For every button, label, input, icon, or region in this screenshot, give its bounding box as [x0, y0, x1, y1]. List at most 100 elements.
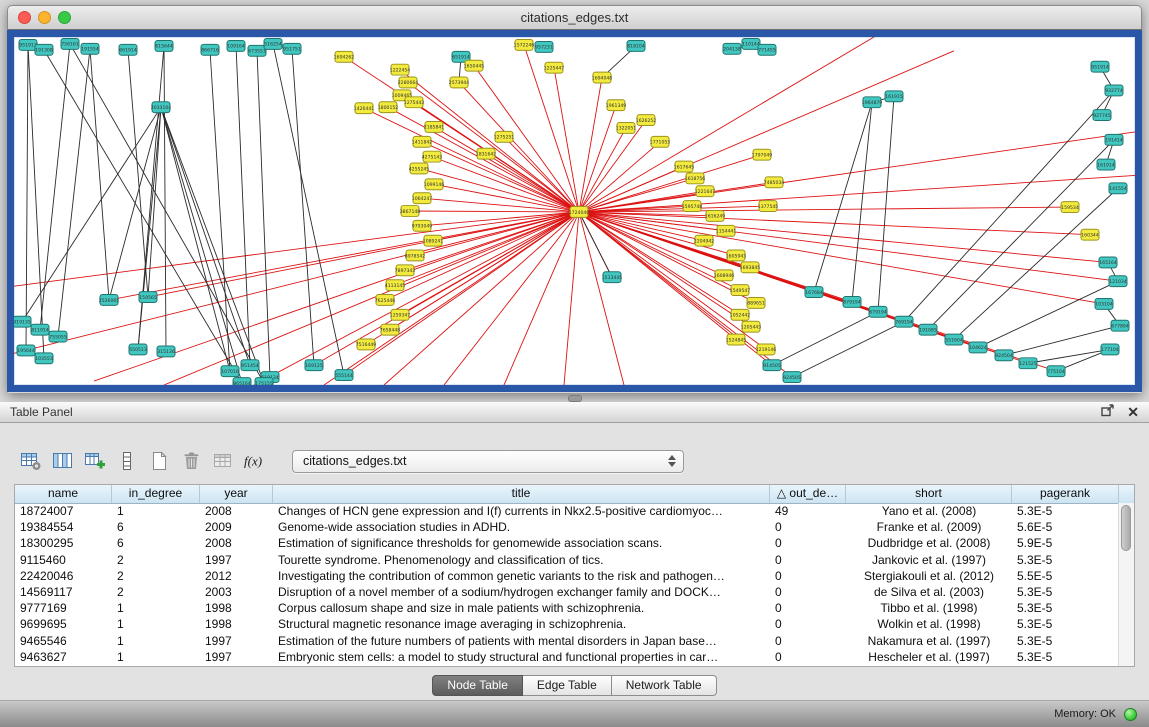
graph-node[interactable]: 1617645: [674, 161, 695, 172]
graph-node[interactable]: 1411842: [412, 136, 433, 147]
graph-node[interactable]: 889651: [747, 298, 765, 309]
graph-node[interactable]: 141554: [1109, 183, 1127, 194]
graph-node[interactable]: 1052442: [730, 309, 751, 320]
table-row[interactable]: 969969511998Structural magnetic resonanc…: [15, 616, 1119, 632]
graph-node[interactable]: 4255245: [409, 163, 430, 174]
graph-node[interactable]: 679194: [869, 306, 887, 317]
graph-node[interactable]: 1831642: [476, 148, 497, 159]
graph-node[interactable]: 1724046: [569, 207, 590, 218]
graph-node[interactable]: 924504: [995, 350, 1013, 361]
graph-node[interactable]: 914505: [763, 360, 781, 371]
table-selector[interactable]: citations_edges.txt: [292, 450, 684, 473]
function-builder-button[interactable]: f(x): [242, 448, 268, 474]
graph-node[interactable]: 160344: [1081, 229, 1099, 240]
graph-node[interactable]: 9793049: [412, 220, 433, 231]
panel-splitter[interactable]: [0, 393, 1149, 402]
graph-node[interactable]: 924505: [783, 372, 801, 383]
new-column-button[interactable]: [82, 448, 108, 474]
graph-node[interactable]: 951914: [1091, 61, 1109, 72]
graph-node[interactable]: 865164: [233, 378, 251, 385]
graph-node[interactable]: 775104: [1047, 366, 1065, 377]
graph-node[interactable]: 818104: [627, 40, 645, 51]
graph-node[interactable]: 661914: [119, 44, 137, 55]
graph-node[interactable]: 109164: [227, 40, 245, 51]
graph-node[interactable]: 121034: [1109, 276, 1127, 287]
graph-node[interactable]: 159534: [1061, 202, 1079, 213]
graph-node[interactable]: 1694048: [592, 72, 613, 83]
graph-node[interactable]: 1377545: [758, 201, 779, 212]
graph-node[interactable]: 2573944: [449, 77, 470, 88]
graph-node[interactable]: 1771053: [650, 136, 671, 147]
graph-node[interactable]: 169125: [305, 360, 323, 371]
graph-node[interactable]: 1154441: [716, 225, 737, 236]
scrollbar-thumb[interactable]: [1121, 505, 1131, 551]
graph-node[interactable]: 1595748: [682, 201, 703, 212]
graph-node[interactable]: 1426441: [354, 103, 375, 114]
column-header-name[interactable]: name: [15, 485, 112, 503]
float-panel-icon[interactable]: [1101, 404, 1115, 420]
new-document-button[interactable]: [146, 448, 172, 474]
graph-node[interactable]: 1650445: [464, 60, 485, 71]
table-mode-button[interactable]: [18, 448, 44, 474]
column-header-year[interactable]: year: [200, 485, 273, 503]
column-header-out_de[interactable]: △ out_de…: [770, 485, 846, 503]
graph-node[interactable]: 516254: [264, 38, 282, 49]
column-header-title[interactable]: title: [273, 485, 770, 503]
graph-node[interactable]: 167684: [805, 287, 823, 298]
graph-node[interactable]: 204138: [723, 43, 741, 54]
table-row[interactable]: 946554611997Estimation of the future num…: [15, 633, 1119, 649]
close-panel-icon[interactable]: ✕: [1127, 405, 1139, 419]
graph-node[interactable]: 677894: [1111, 320, 1129, 331]
graph-node[interactable]: 4275143: [422, 151, 443, 162]
graph-node[interactable]: 1549547: [730, 285, 751, 296]
tab-node-table[interactable]: Node Table: [432, 675, 523, 696]
graph-node[interactable]: 7625446: [375, 295, 396, 306]
graph-node[interactable]: 165164: [1099, 257, 1117, 268]
graph-node[interactable]: 104624: [969, 342, 987, 353]
graph-node[interactable]: 1259347: [390, 309, 411, 320]
graph-node[interactable]: 1225447: [544, 62, 565, 73]
graph-node[interactable]: 1322051: [616, 123, 637, 134]
tab-network-table[interactable]: Network Table: [612, 675, 717, 696]
graph-node[interactable]: 1572246: [514, 39, 535, 50]
graph-node[interactable]: 1605943: [726, 250, 747, 261]
splitter-grip-icon[interactable]: [568, 395, 582, 402]
minimize-button[interactable]: [38, 11, 51, 24]
graph-node[interactable]: 551604: [945, 334, 963, 345]
graph-node[interactable]: 1608946: [714, 270, 735, 281]
close-button[interactable]: [18, 11, 31, 24]
column-header-short[interactable]: short: [846, 485, 1012, 503]
graph-node[interactable]: 615644: [155, 40, 173, 51]
tab-edge-table[interactable]: Edge Table: [523, 675, 612, 696]
graph-node[interactable]: 7897343: [395, 265, 416, 276]
column-header-pagerank[interactable]: pagerank: [1012, 485, 1119, 503]
graph-node[interactable]: 1626252: [636, 115, 657, 126]
graph-node[interactable]: 2526065: [99, 295, 120, 306]
window-titlebar[interactable]: citations_edges.txt: [7, 5, 1142, 30]
graph-node[interactable]: 771455: [758, 44, 776, 55]
graph-node[interactable]: 2185841: [424, 122, 445, 133]
graph-node[interactable]: 1275251: [494, 131, 515, 142]
graph-node[interactable]: 7485034: [764, 177, 785, 188]
graph-node[interactable]: 3867148: [400, 206, 421, 217]
graph-node[interactable]: 1797049: [752, 149, 773, 160]
graph-node[interactable]: 756161: [61, 38, 79, 49]
show-columns-button[interactable]: [50, 448, 76, 474]
delete-rows-button[interactable]: [178, 448, 204, 474]
graph-node[interactable]: 919135: [14, 316, 31, 327]
graph-node[interactable]: 315136: [157, 346, 175, 357]
table-row[interactable]: 1872400712008Changes of HCN gene express…: [15, 503, 1119, 519]
table-row[interactable]: 2242004622012Investigating the contribut…: [15, 568, 1119, 584]
graph-node[interactable]: 159565: [139, 292, 157, 303]
graph-node[interactable]: 1099146: [424, 179, 445, 190]
graph-node[interactable]: 1961349: [606, 100, 627, 111]
graph-node[interactable]: 8978542: [405, 250, 426, 261]
graph-node[interactable]: 555144: [335, 370, 353, 381]
graph-node[interactable]: 103104: [1095, 298, 1113, 309]
graph-node[interactable]: 951454: [241, 360, 259, 371]
graph-node[interactable]: 811914: [31, 324, 49, 335]
graph-node[interactable]: 927745: [1093, 110, 1111, 121]
table-row[interactable]: 946362711997Embryonic stem cells: a mode…: [15, 649, 1119, 665]
graph-node[interactable]: 2204942: [694, 235, 715, 246]
graph-node[interactable]: 175155: [255, 378, 273, 385]
